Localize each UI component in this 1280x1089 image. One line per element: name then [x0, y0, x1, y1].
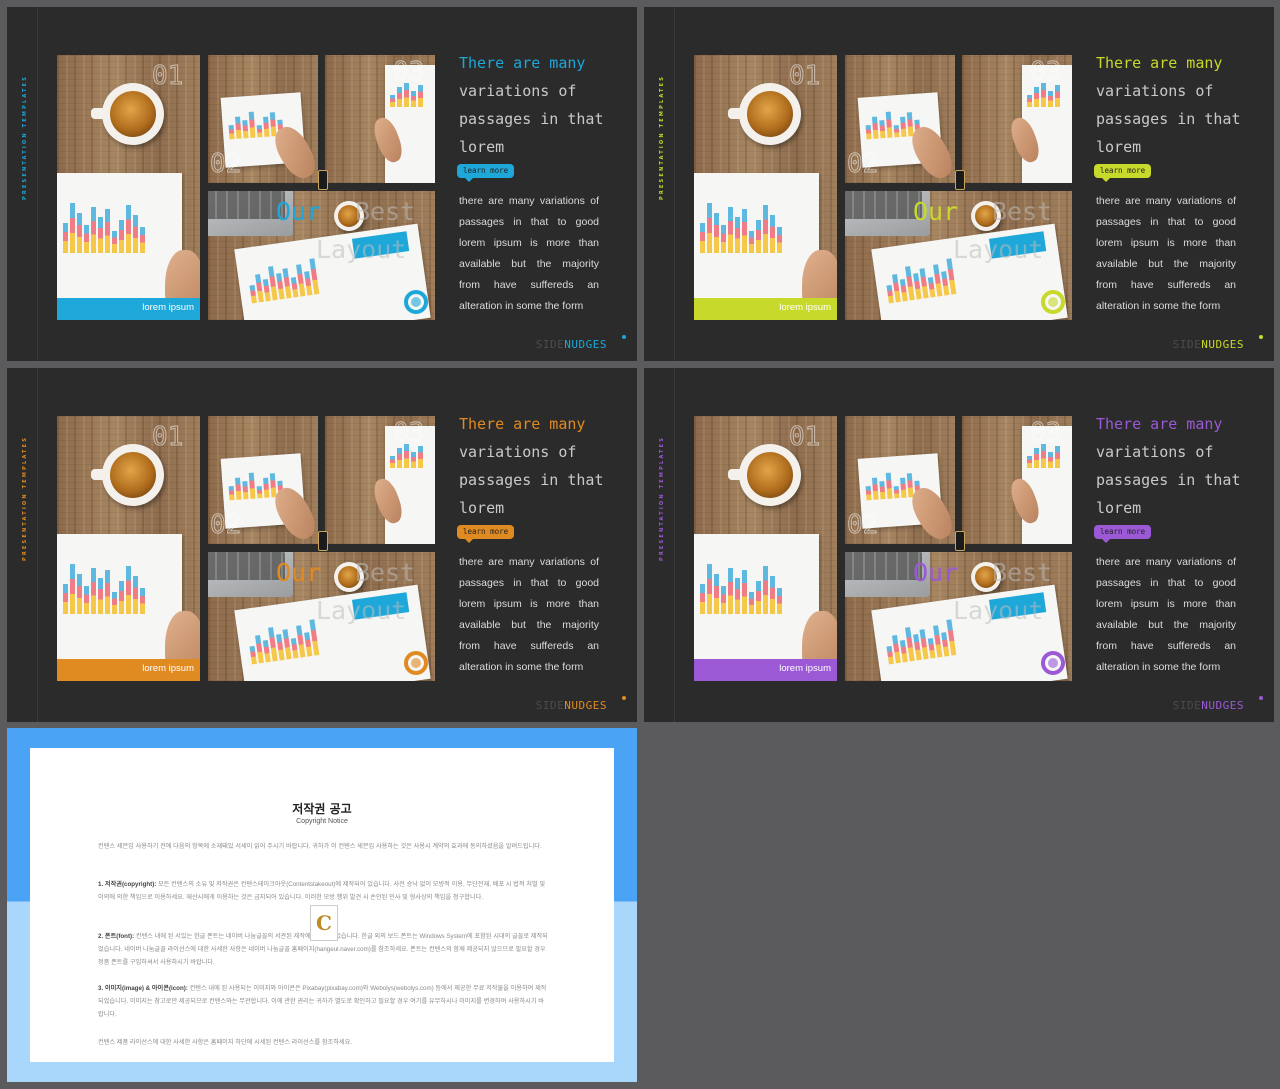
- sidenudges-logo: SIDENUDGES: [535, 699, 607, 712]
- lorem-ipsum-tag: lorem ipsum: [694, 659, 837, 681]
- copyright-intro: 컨텐스 세븐입 사용하기 전에 다음의 항목에 소재돼있 서세이 읽어 주시기 …: [98, 843, 542, 850]
- target-ring-icon: [1041, 651, 1065, 675]
- number-01: 01: [788, 61, 821, 92]
- photo-chart-document: 03: [962, 416, 1072, 544]
- accent-dot: [1259, 696, 1263, 700]
- slide-divider-line: [674, 368, 675, 722]
- sidenudges-logo: SIDENUDGES: [535, 338, 607, 351]
- lorem-ipsum-tag: lorem ipsum: [57, 659, 200, 681]
- accent-dot: [622, 696, 626, 700]
- slide-thumbnail-4[interactable]: PRESENTATION TEMPLATES 01 lorem ipsum 02: [644, 368, 1274, 722]
- photo-chart-document: 03: [325, 416, 435, 544]
- number-01: 01: [151, 422, 184, 453]
- binder-clip-icon: [955, 170, 965, 190]
- learn-more-button[interactable]: learn more: [1094, 164, 1152, 182]
- photo-chart-pointing: 02: [208, 416, 318, 544]
- coffee-cup-image: [90, 444, 164, 506]
- number-02: 02: [846, 510, 879, 541]
- learn-more-button[interactable]: learn more: [457, 164, 515, 182]
- binder-clip-icon: [318, 531, 328, 551]
- number-01: 01: [151, 61, 184, 92]
- coffee-cup-image: [727, 83, 801, 145]
- copyright-subtitle: Copyright Notice: [296, 818, 348, 825]
- number-03: 03: [1029, 418, 1062, 449]
- photo-chart-pointing: 02: [845, 416, 955, 544]
- photo-chart-pointing: 02: [845, 55, 955, 183]
- coffee-cup-image: [727, 444, 801, 506]
- ghost-word-layout: Layout: [953, 596, 1044, 625]
- slide-divider-line: [37, 7, 38, 361]
- accent-dot: [622, 335, 626, 339]
- photo-chart-document: 03: [962, 55, 1072, 183]
- copyright-outro: 컨텐스 제품 라이선스에 대한 사세한 사항은 홈페이지 하단에 시세된 컨텐스…: [98, 1039, 353, 1046]
- binder-clip-icon: [318, 170, 328, 190]
- accent-dot: [1259, 335, 1263, 339]
- photo-coffee-chart: 01 lorem ipsum: [57, 416, 200, 681]
- binder-clip-icon: [955, 531, 965, 551]
- ghost-word-best: Best: [355, 197, 416, 226]
- learn-more-button[interactable]: learn more: [457, 525, 515, 543]
- ghost-word-layout: Layout: [316, 235, 407, 264]
- number-02: 02: [209, 149, 242, 180]
- ghost-word-layout: Layout: [316, 596, 407, 625]
- slide-heading: There are many variations of passages in…: [1096, 54, 1241, 156]
- number-02: 02: [209, 510, 242, 541]
- number-02: 02: [846, 149, 879, 180]
- photo-chart-document: 03: [325, 55, 435, 183]
- target-ring-icon: [404, 290, 428, 314]
- slide-thumbnail-1[interactable]: PRESENTATION TEMPLATES 01 lorem ipsum 02: [7, 7, 637, 361]
- ghost-word-our: Our: [276, 558, 322, 587]
- copyright-section-3: 3. 이미지(image) & 아이콘(icon): 컨텐스 내에 된 사용되는…: [98, 985, 547, 1018]
- ghost-word-best: Best: [355, 558, 416, 587]
- ghost-word-our: Our: [913, 197, 959, 226]
- vertical-label: PRESENTATION TEMPLATES: [22, 435, 28, 561]
- slide-body-text: there are many variations of passages in…: [1096, 195, 1236, 312]
- copyright-title: 저작권 공고: [292, 802, 352, 816]
- ghost-word-best: Best: [992, 558, 1053, 587]
- number-03: 03: [392, 57, 425, 88]
- slide-heading: There are many variations of passages in…: [459, 54, 604, 156]
- number-03: 03: [1029, 57, 1062, 88]
- slide-heading: There are many variations of passages in…: [459, 415, 604, 517]
- contents-logo-icon: C: [310, 905, 338, 941]
- lorem-ipsum-tag: lorem ipsum: [57, 298, 200, 320]
- ghost-word-our: Our: [276, 197, 322, 226]
- slide-thumbnail-2[interactable]: PRESENTATION TEMPLATES 01 lorem ipsum 02: [644, 7, 1274, 361]
- slide-thumbnail-3[interactable]: PRESENTATION TEMPLATES 01 lorem ipsum 02: [7, 368, 637, 722]
- copyright-slide[interactable]: 저작권 공고 Copyright Notice 컨텐스 세븐입 사용하기 전에 …: [7, 728, 637, 1082]
- vertical-label: PRESENTATION TEMPLATES: [659, 435, 665, 561]
- number-01: 01: [788, 422, 821, 453]
- target-ring-icon: [1041, 290, 1065, 314]
- copyright-card: 저작권 공고 Copyright Notice 컨텐스 세븐입 사용하기 전에 …: [30, 748, 614, 1062]
- photo-chart-pointing: 02: [208, 55, 318, 183]
- ghost-word-best: Best: [992, 197, 1053, 226]
- slide-heading: There are many variations of passages in…: [1096, 415, 1241, 517]
- copyright-section-1: 1. 저작권(copyright): 모든 컨텐스의 소유 및 저작권은 컨텐스…: [98, 881, 546, 901]
- vertical-label: PRESENTATION TEMPLATES: [659, 74, 665, 200]
- vertical-label: PRESENTATION TEMPLATES: [22, 74, 28, 200]
- slide-body-text: there are many variations of passages in…: [459, 556, 599, 673]
- sidenudges-logo: SIDENUDGES: [1172, 699, 1244, 712]
- slide-body-text: there are many variations of passages in…: [1096, 556, 1236, 673]
- number-03: 03: [392, 418, 425, 449]
- photo-coffee-chart: 01 lorem ipsum: [694, 416, 837, 681]
- coffee-cup-image: [90, 83, 164, 145]
- ghost-word-our: Our: [913, 558, 959, 587]
- slide-divider-line: [674, 7, 675, 361]
- learn-more-button[interactable]: learn more: [1094, 525, 1152, 543]
- slide-body-text: there are many variations of passages in…: [459, 195, 599, 312]
- photo-coffee-chart: 01 lorem ipsum: [694, 55, 837, 320]
- lorem-ipsum-tag: lorem ipsum: [694, 298, 837, 320]
- slide-divider-line: [37, 368, 38, 722]
- photo-coffee-chart: 01 lorem ipsum: [57, 55, 200, 320]
- sidenudges-logo: SIDENUDGES: [1172, 338, 1244, 351]
- target-ring-icon: [404, 651, 428, 675]
- ghost-word-layout: Layout: [953, 235, 1044, 264]
